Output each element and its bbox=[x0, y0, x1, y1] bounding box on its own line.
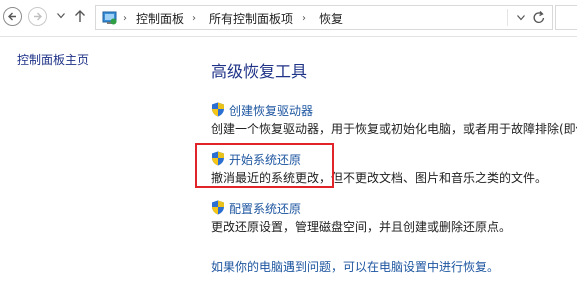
uac-shield-icon bbox=[212, 200, 224, 215]
breadcrumb-item-recovery[interactable]: 恢复 bbox=[319, 10, 343, 27]
forward-arrow-icon bbox=[34, 12, 42, 21]
up-arrow-icon[interactable] bbox=[74, 9, 86, 23]
pc-settings-recovery-link[interactable]: 如果你的电脑遇到问题，可以在电脑设置中进行恢复。 bbox=[211, 258, 499, 275]
breadcrumb-separator: › bbox=[123, 13, 127, 24]
address-bar: › 控制面板 › 所有控制面板项 › 恢复 bbox=[0, 0, 577, 37]
path-field[interactable]: › 控制面板 › 所有控制面板项 › 恢复 bbox=[95, 5, 553, 30]
back-arrow-icon bbox=[8, 12, 16, 21]
control-panel-icon bbox=[102, 11, 117, 25]
configure-system-restore-link[interactable]: 配置系统还原 bbox=[229, 200, 301, 217]
create-recovery-drive-link[interactable]: 创建恢复驱动器 bbox=[229, 102, 313, 119]
path-dropdown-icon[interactable] bbox=[517, 15, 525, 21]
path-divider bbox=[507, 9, 508, 26]
page-title: 高级恢复工具 bbox=[211, 62, 308, 81]
configure-system-restore-description: 更改还原设置，管理磁盘空间，并且创建或删除还原点。 bbox=[211, 220, 512, 234]
forward-button[interactable] bbox=[28, 7, 47, 26]
refresh-icon[interactable] bbox=[532, 10, 546, 25]
chevron-down-icon[interactable] bbox=[57, 13, 65, 19]
breadcrumb-item-all-items[interactable]: 所有控制面板项 bbox=[209, 10, 293, 27]
back-button[interactable] bbox=[3, 7, 22, 26]
breadcrumb-item-control-panel[interactable]: 控制面板 bbox=[136, 10, 184, 27]
search-input[interactable] bbox=[555, 5, 577, 30]
breadcrumb-separator: › bbox=[302, 13, 306, 24]
create-recovery-drive-description: 创建一个恢复驱动器，用于恢复或初始化电脑，或者用于故障排除(即使 bbox=[211, 122, 577, 136]
highlight-box bbox=[195, 143, 334, 188]
control-panel-home-link[interactable]: 控制面板主页 bbox=[17, 51, 89, 68]
uac-shield-icon bbox=[212, 102, 224, 117]
breadcrumb-separator: › bbox=[192, 13, 196, 24]
